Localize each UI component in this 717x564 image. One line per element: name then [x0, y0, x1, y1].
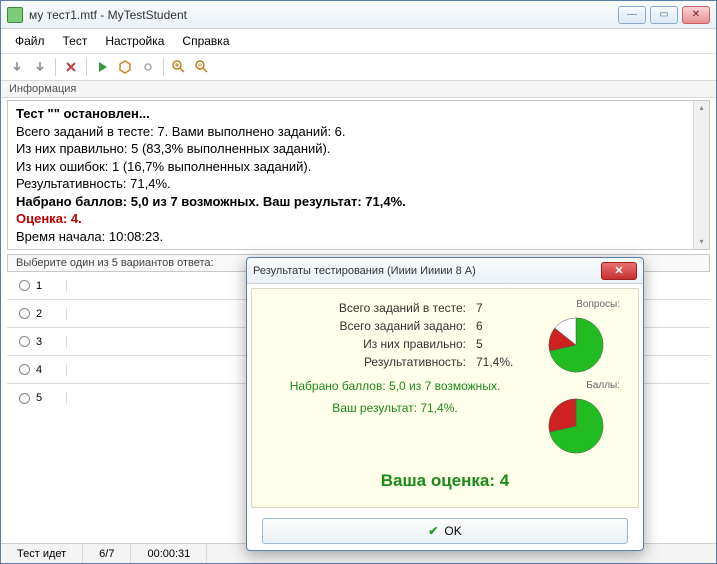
info-group-label: Информация — [1, 81, 716, 98]
radio-icon[interactable] — [19, 308, 30, 319]
option-num: 2 — [36, 308, 42, 320]
titlebar[interactable]: му тест1.mtf - MyTestStudent — ▭ ✕ — [1, 1, 716, 29]
play-icon[interactable] — [92, 57, 112, 77]
info-line: Из них правильно: 5 (83,3% выполненных з… — [16, 140, 701, 158]
menubar: Файл Тест Настройка Справка — [1, 29, 716, 54]
dialog-score2: Ваш результат: 71,4%. — [264, 401, 526, 415]
stat-val: 6 — [476, 319, 526, 333]
check-icon: ✔ — [428, 524, 438, 538]
results-dialog: Результаты тестирования (Ииии Иииии 8 А)… — [246, 257, 644, 551]
stat-key: Всего заданий в тесте: — [264, 301, 476, 315]
dialog-body: Всего заданий в тесте:7 Всего заданий за… — [251, 288, 639, 508]
dialog-stats: Всего заданий в тесте:7 Всего заданий за… — [264, 299, 526, 457]
status-progress: 6/7 — [83, 544, 131, 563]
option-num: 3 — [36, 336, 42, 348]
status-state: Тест идет — [1, 544, 83, 563]
menu-test[interactable]: Тест — [55, 32, 96, 50]
stop-icon[interactable] — [115, 57, 135, 77]
ok-label: OK — [444, 524, 461, 538]
info-line: Из них ошибок: 1 (16,7% выполненных зада… — [16, 158, 701, 176]
zoom-in-icon[interactable] — [169, 57, 189, 77]
stat-val: 71,4%. — [476, 355, 526, 369]
option-num: 4 — [36, 364, 42, 376]
pie-points-label: Баллы: — [586, 380, 620, 391]
status-time: 00:00:31 — [131, 544, 207, 563]
info-line-bold: Набрано баллов: 5,0 из 7 возможных. Ваш … — [16, 194, 406, 209]
radio-icon[interactable] — [19, 364, 30, 375]
stat-val: 5 — [476, 337, 526, 351]
cancel-icon[interactable] — [61, 57, 81, 77]
option-num: 5 — [36, 392, 42, 404]
pie-points — [545, 395, 607, 457]
menu-file[interactable]: Файл — [7, 32, 53, 50]
stat-val: 7 — [476, 301, 526, 315]
close-button[interactable]: ✕ — [682, 6, 710, 24]
stat-key: Результативность: — [264, 355, 476, 369]
dialog-grade: Ваша оценка: 4 — [264, 471, 626, 491]
radio-icon[interactable] — [19, 393, 30, 404]
stat-key: Всего заданий задано: — [264, 319, 476, 333]
radio-icon[interactable] — [19, 280, 30, 291]
record-icon[interactable] — [138, 57, 158, 77]
minimize-button[interactable]: — — [618, 6, 646, 24]
info-line: Всего заданий в тесте: 7. Вами выполнено… — [16, 123, 701, 141]
info-line: Время начала: 10:08:23. — [16, 228, 701, 246]
menu-help[interactable]: Справка — [174, 32, 237, 50]
toolbar — [1, 54, 716, 81]
radio-icon[interactable] — [19, 336, 30, 347]
stat-key: Из них правильно: — [264, 337, 476, 351]
app-icon — [7, 7, 23, 23]
scrollbar[interactable]: ▴▾ — [693, 101, 709, 249]
dialog-close-button[interactable]: ✕ — [601, 262, 637, 280]
ok-button[interactable]: ✔ OK — [262, 518, 628, 544]
dialog-titlebar[interactable]: Результаты тестирования (Ииии Иииии 8 А)… — [247, 258, 643, 284]
pie-questions — [545, 314, 607, 376]
zoom-out-icon[interactable] — [192, 57, 212, 77]
maximize-button[interactable]: ▭ — [650, 6, 678, 24]
info-grade: Оценка: 4. — [16, 210, 701, 228]
info-pane: Тест "" остановлен... Всего заданий в те… — [7, 100, 710, 250]
pie-questions-label: Вопросы: — [576, 299, 620, 310]
down-arrow-icon[interactable] — [7, 57, 27, 77]
option-num: 1 — [36, 280, 42, 292]
down-arrow2-icon[interactable] — [30, 57, 50, 77]
menu-settings[interactable]: Настройка — [97, 32, 172, 50]
dialog-title: Результаты тестирования (Ииии Иииии 8 А) — [253, 265, 601, 277]
info-line: Результативность: 71,4%. — [16, 175, 701, 193]
info-line-title: Тест "" остановлен... — [16, 106, 150, 121]
dialog-score1: Набрано баллов: 5,0 из 7 возможных. — [264, 379, 526, 393]
window-title: му тест1.mtf - MyTestStudent — [29, 8, 618, 22]
